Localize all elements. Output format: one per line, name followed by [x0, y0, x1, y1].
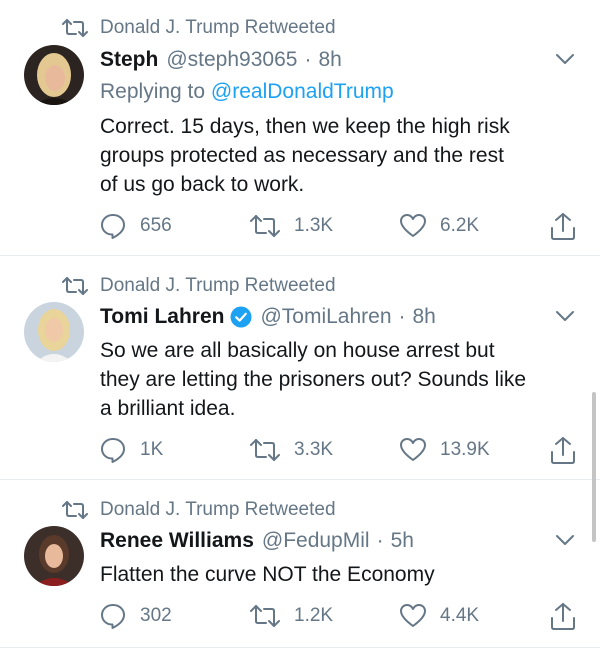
tweet-text: So we are all basically on house arrest …: [100, 336, 580, 423]
retweet-button[interactable]: 1.3K: [250, 212, 333, 240]
tweet-renee-williams[interactable]: Donald J. Trump Retweeted Renee Williams…: [0, 480, 600, 646]
tweet-text-line: a brilliant idea.: [100, 397, 236, 420]
user-handle[interactable]: @TomiLahren: [260, 305, 391, 329]
tweet-header: Tomi Lahren @TomiLahren · 8h: [100, 302, 436, 332]
retweet-icon: [250, 439, 280, 461]
timestamp[interactable]: 8h: [318, 48, 341, 72]
retweet-context: Donald J. Trump Retweeted: [62, 16, 336, 40]
retweet-count: 3.3K: [294, 439, 334, 460]
tweet-text: Correct. 15 days, then we keep the high …: [100, 112, 580, 199]
retweet-context-label: Donald J. Trump Retweeted: [100, 499, 336, 520]
retweet-count: 1.2K: [294, 605, 334, 626]
timestamp[interactable]: 5h: [391, 529, 414, 553]
replying-to: Replying to @realDonaldTrump: [100, 80, 394, 104]
like-count: 13.9K: [440, 439, 490, 460]
retweet-button[interactable]: 1.2K: [250, 602, 333, 630]
retweet-button[interactable]: 3.3K: [250, 436, 333, 464]
retweet-context: Donald J. Trump Retweeted: [62, 498, 336, 522]
tweet-header: Steph @steph93065 · 8h: [100, 45, 342, 75]
tweet-header: Renee Williams @FedupMil · 5h: [100, 526, 414, 556]
like-count: 4.4K: [440, 605, 480, 626]
retweet-icon: [62, 501, 88, 519]
reply-icon: [101, 214, 125, 239]
chevron-down-icon[interactable]: [554, 309, 576, 323]
like-count: 6.2K: [440, 215, 480, 236]
tweet-text-line: they are letting the prisoners out? Soun…: [100, 368, 527, 391]
tweet-text-line: groups protected as necessary and the re…: [100, 144, 504, 167]
retweet-icon: [250, 215, 280, 237]
tweet-actions: 1K 3.3K 13.9K: [100, 436, 580, 464]
share-icon: [551, 213, 575, 240]
like-icon: [400, 438, 426, 461]
share-button[interactable]: [550, 212, 576, 240]
chevron-down-icon[interactable]: [554, 52, 576, 66]
avatar[interactable]: [24, 45, 84, 105]
avatar[interactable]: [24, 302, 84, 362]
like-icon: [400, 214, 426, 237]
retweet-icon: [62, 277, 88, 295]
retweet-context-label: Donald J. Trump Retweeted: [100, 17, 336, 38]
tweet-actions: 656 1.3K 6.2K: [100, 212, 580, 240]
scrollbar-thumb[interactable]: [592, 392, 596, 542]
share-icon: [551, 603, 575, 630]
share-button[interactable]: [550, 436, 576, 464]
display-name[interactable]: Renee Williams: [100, 529, 254, 553]
reply-button[interactable]: 302: [100, 602, 172, 630]
tweet-text: Flatten the curve NOT the Economy: [100, 560, 580, 589]
tweet-tomi-lahren[interactable]: Donald J. Trump Retweeted Tomi Lahren @T…: [0, 256, 600, 478]
reply-count: 302: [140, 605, 172, 626]
retweet-context-label: Donald J. Trump Retweeted: [100, 275, 336, 296]
reply-icon: [101, 604, 125, 629]
user-handle[interactable]: @steph93065: [166, 48, 297, 72]
share-button[interactable]: [550, 602, 576, 630]
replying-to-label: Replying to: [100, 80, 206, 103]
reply-count: 1K: [140, 439, 164, 460]
tweet-text-line: So we are all basically on house arrest …: [100, 339, 495, 362]
timestamp[interactable]: 8h: [413, 305, 436, 329]
chevron-down-icon[interactable]: [554, 533, 576, 547]
tweet-text-line: Flatten the curve NOT the Economy: [100, 563, 435, 586]
display-name[interactable]: Tomi Lahren: [100, 305, 224, 329]
like-icon: [400, 604, 426, 627]
avatar[interactable]: [24, 526, 84, 586]
reply-count: 656: [140, 215, 172, 236]
retweet-icon: [62, 19, 88, 37]
retweet-icon: [250, 605, 280, 627]
like-button[interactable]: 6.2K: [400, 212, 479, 240]
reply-button[interactable]: 656: [100, 212, 172, 240]
verified-badge-icon: [230, 306, 252, 328]
reply-icon: [101, 438, 125, 463]
separator-dot: ·: [304, 48, 312, 71]
retweet-count: 1.3K: [294, 215, 334, 236]
reply-button[interactable]: 1K: [100, 436, 163, 464]
separator-dot: ·: [376, 529, 384, 552]
like-button[interactable]: 4.4K: [400, 602, 479, 630]
tweet-divider: [0, 647, 600, 648]
display-name[interactable]: Steph: [100, 48, 158, 72]
tweet-text-line: Correct. 15 days, then we keep the high …: [100, 115, 510, 138]
tweet-text-line: of us go back to work.: [100, 173, 305, 196]
tweet-actions: 302 1.2K 4.4K: [100, 602, 580, 630]
replying-to-handle-link[interactable]: @realDonaldTrump: [211, 80, 394, 103]
share-icon: [551, 437, 575, 464]
user-handle[interactable]: @FedupMil: [262, 529, 370, 553]
retweet-context: Donald J. Trump Retweeted: [62, 274, 336, 298]
like-button[interactable]: 13.9K: [400, 436, 490, 464]
tweet-steph[interactable]: Donald J. Trump Retweeted Steph @steph93…: [0, 0, 600, 254]
separator-dot: ·: [398, 305, 406, 328]
